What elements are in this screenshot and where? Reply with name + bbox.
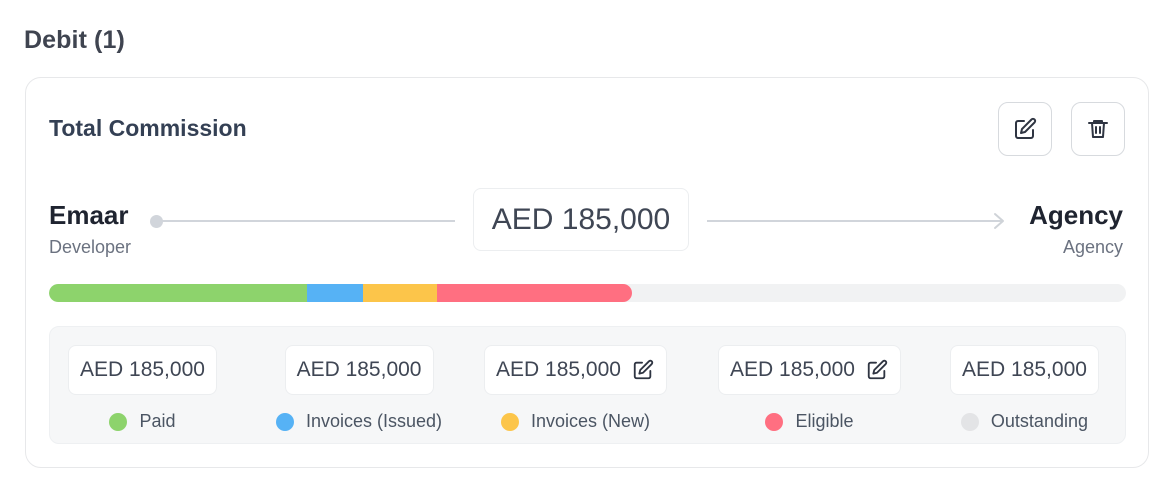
summary-item-invoices-issued: AED 185,000 Invoices (Issued) xyxy=(276,345,442,432)
legend-item-invoices-new: Invoices (New) xyxy=(500,411,650,432)
legend-label: Outstanding xyxy=(990,411,1088,431)
legend-label: Paid xyxy=(139,411,176,431)
summary-amount: AED 185,000 xyxy=(962,358,1087,381)
progress-segment-invoices-issued xyxy=(307,284,364,302)
flow-line-right xyxy=(707,220,1003,222)
edit-invoices-new-button[interactable] xyxy=(631,358,655,382)
legend-dot-outstanding xyxy=(960,412,979,431)
summary-value: AED 185,000 xyxy=(950,345,1099,395)
summary-value: AED 185,000 xyxy=(68,345,217,395)
to-party: Agency Agency xyxy=(1029,200,1123,258)
summary-amount: AED 185,000 xyxy=(496,358,621,381)
summary-item-paid: AED 185,000 Paid xyxy=(68,345,217,432)
commission-card: Total Commission Emaar Developer AED 185… xyxy=(25,77,1149,468)
summary-value: AED 185,000 xyxy=(718,345,901,395)
to-party-role: Agency xyxy=(1062,237,1123,257)
summary-item-invoices-new: AED 185,000 Invoices (New) xyxy=(484,345,667,432)
summary-amount: AED 185,000 xyxy=(730,358,855,381)
card-title: Total Commission xyxy=(49,115,247,141)
progress-segment-invoices-new xyxy=(363,284,437,302)
edit-button[interactable] xyxy=(998,102,1052,156)
legend-item-invoices-issued: Invoices (Issued) xyxy=(276,411,442,432)
arrow-right-icon xyxy=(994,213,1004,229)
legend-dot-eligible xyxy=(765,412,784,431)
from-party-name: Emaar xyxy=(49,200,129,230)
edit-icon xyxy=(633,359,654,380)
summary-item-outstanding: AED 185,000 Outstanding xyxy=(950,345,1099,432)
legend-dot-paid xyxy=(109,412,128,431)
from-party: Emaar Developer xyxy=(49,200,131,258)
legend-item-paid: Paid xyxy=(109,411,175,432)
summary-value: AED 185,000 xyxy=(484,345,667,395)
debit-section-title: Debit (1) xyxy=(24,26,125,54)
legend-dot-invoices-new xyxy=(500,412,519,431)
legend-item-eligible: Eligible xyxy=(765,411,853,432)
edit-icon xyxy=(867,359,888,380)
edit-icon xyxy=(1015,117,1037,139)
legend-label: Invoices (Issued) xyxy=(306,411,443,431)
progress-segment-paid xyxy=(49,284,308,302)
legend-label: Invoices (New) xyxy=(530,411,650,431)
summary-amount: AED 185,000 xyxy=(80,358,205,381)
commission-summary: AED 185,000 Paid AED 185,000 Invoices (I… xyxy=(49,326,1126,444)
summary-value: AED 185,000 xyxy=(284,345,434,395)
summary-item-eligible: AED 185,000 Eligible xyxy=(718,345,901,432)
progress-segment-eligible xyxy=(436,284,632,302)
from-party-role: Developer xyxy=(49,237,132,257)
total-commission-amount: AED 185,000 xyxy=(473,188,689,251)
legend-dot-invoices-issued xyxy=(276,412,294,431)
flow-line-left xyxy=(161,220,455,222)
to-party-name: Agency xyxy=(1029,200,1123,230)
summary-amount: AED 185,000 xyxy=(296,358,422,381)
edit-eligible-button[interactable] xyxy=(865,358,889,382)
trash-icon xyxy=(1088,120,1108,138)
legend-item-outstanding: Outstanding xyxy=(960,411,1088,432)
legend-label: Eligible xyxy=(795,411,854,431)
commission-progress-bar xyxy=(49,284,1126,302)
delete-button[interactable] xyxy=(1071,102,1125,156)
